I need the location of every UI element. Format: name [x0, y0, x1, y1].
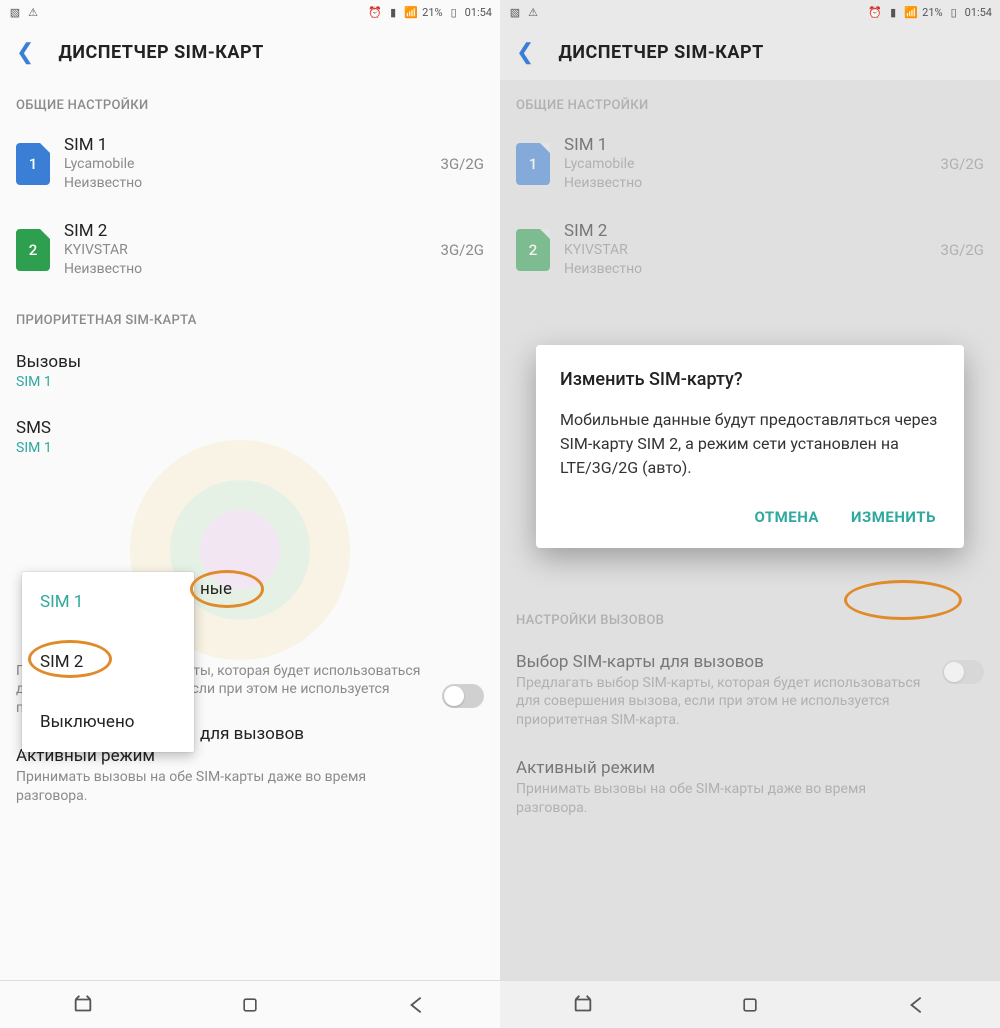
sim2-network: 3G/2G [441, 241, 484, 259]
back-arrow-icon[interactable]: ❮ [16, 40, 34, 65]
active-mode-row[interactable]: Активный режим Принимать вызовы на обе S… [500, 744, 1000, 832]
screen-right: ▧ ⚠ ⏰ ▮ 📶 21% ▯ 01:54 ❮ ДИСПЕТЧЕР SIM-КА… [500, 0, 1000, 1028]
sim2-icon: 2 [516, 229, 550, 271]
warning-icon: ⚠ [526, 5, 540, 19]
confirm-dialog: Изменить SIM-карту? Мобильные данные буд… [536, 345, 964, 548]
image-icon: ▧ [8, 5, 22, 19]
sim1-icon: 1 [516, 143, 550, 185]
sim-select-title: Выбор SIM-карты для вызовов [516, 652, 984, 672]
sim1-status: Неизвестно [564, 174, 927, 193]
sim2-row[interactable]: 2 SIM 2 KYIVSTAR Неизвестно 3G/2G [0, 209, 500, 295]
dialog-cancel-button[interactable]: ОТМЕНА [750, 500, 823, 534]
sim2-icon: 2 [16, 229, 50, 271]
nav-back-button[interactable] [833, 981, 1000, 1028]
sim1-icon: 1 [16, 143, 50, 185]
sim2-carrier: KYIVSTAR [64, 241, 427, 260]
sim2-carrier: KYIVSTAR [564, 241, 927, 260]
nav-bar [500, 980, 1000, 1028]
warning-icon: ⚠ [26, 5, 40, 19]
sim2-status: Неизвестно [64, 260, 427, 279]
battery-icon: ▯ [947, 5, 961, 19]
active-mode-sub: Принимать вызовы на обе SIM-карты даже в… [16, 768, 484, 806]
fragment-calls: для вызовов [200, 724, 304, 744]
active-mode-sub: Принимать вызовы на обе SIM-карты даже в… [516, 780, 984, 818]
section-general: ОБЩИЕ НАСТРОЙКИ [0, 80, 500, 123]
sim2-network: 3G/2G [941, 241, 984, 259]
status-bar: ▧ ⚠ ⏰ ▮ 📶 21% ▯ 01:54 [500, 0, 1000, 24]
sim1-carrier: Lycamobile [564, 155, 927, 174]
sim-select-toggle[interactable] [942, 660, 984, 684]
sim-select-popup: SIM 1 SIM 2 Выключено [22, 572, 194, 752]
alarm-icon: ⏰ [368, 5, 382, 19]
back-arrow-icon[interactable]: ❮ [516, 40, 534, 65]
pref-calls-value: SIM 1 [16, 374, 484, 390]
nav-bar [0, 980, 500, 1028]
section-calls: НАСТРОЙКИ ВЫЗОВОВ [500, 595, 1000, 638]
status-time: 01:54 [965, 6, 992, 19]
signal-icon: 📶 [404, 5, 418, 19]
sim-indicator-icon: ▮ [386, 5, 400, 19]
sim1-row[interactable]: 1 SIM 1 Lycamobile Неизвестно 3G/2G [0, 123, 500, 209]
active-mode-title: Активный режим [516, 758, 984, 778]
nav-recent-button[interactable] [0, 981, 167, 1028]
sim2-title: SIM 2 [64, 221, 427, 241]
pref-calls-row[interactable]: Вызовы SIM 1 [0, 338, 500, 404]
dialog-confirm-button[interactable]: ИЗМЕНИТЬ [847, 500, 940, 534]
pref-sms-label: SMS [16, 418, 484, 438]
battery-percent: 21% [922, 6, 942, 19]
fragment-nye: ные [200, 579, 232, 599]
sim-indicator-icon: ▮ [886, 5, 900, 19]
status-bar: ▧ ⚠ ⏰ ▮ 📶 21% ▯ 01:54 [0, 0, 500, 24]
sim2-title: SIM 2 [564, 221, 927, 241]
app-header: ❮ ДИСПЕТЧЕР SIM-КАРТ [500, 24, 1000, 80]
pref-calls-label: Вызовы [16, 352, 484, 372]
sim1-row[interactable]: 1 SIM 1 Lycamobile Неизвестно 3G/2G [500, 123, 1000, 209]
sim1-network: 3G/2G [441, 155, 484, 173]
popup-option-sim2[interactable]: SIM 2 [22, 632, 194, 692]
popup-option-sim1[interactable]: SIM 1 [22, 572, 194, 632]
dialog-body: Мобильные данные будут предоставляться ч… [560, 408, 940, 480]
app-header: ❮ ДИСПЕТЧЕР SIM-КАРТ [0, 24, 500, 80]
section-priority: ПРИОРИТЕТНАЯ SIM-КАРТА [0, 295, 500, 338]
nav-home-button[interactable] [167, 981, 334, 1028]
popup-option-off[interactable]: Выключено [22, 692, 194, 752]
battery-icon: ▯ [447, 5, 461, 19]
nav-back-button[interactable] [333, 981, 500, 1028]
dialog-title: Изменить SIM-карту? [560, 369, 940, 390]
section-general: ОБЩИЕ НАСТРОЙКИ [500, 80, 1000, 123]
sim2-row[interactable]: 2 SIM 2 KYIVSTAR Неизвестно 3G/2G [500, 209, 1000, 295]
sim1-network: 3G/2G [941, 155, 984, 173]
nav-home-button[interactable] [667, 981, 834, 1028]
sim1-title: SIM 1 [564, 135, 927, 155]
pref-sms-value: SIM 1 [16, 440, 484, 456]
image-icon: ▧ [508, 5, 522, 19]
page-title: ДИСПЕТЧЕР SIM-КАРТ [58, 42, 263, 63]
status-time: 01:54 [465, 6, 492, 19]
sim1-status: Неизвестно [64, 174, 427, 193]
nav-recent-button[interactable] [500, 981, 667, 1028]
sim2-status: Неизвестно [564, 260, 927, 279]
screen-left: ▧ ⚠ ⏰ ▮ 📶 21% ▯ 01:54 ❮ ДИСПЕТЧЕР SIM-КА… [0, 0, 500, 1028]
battery-percent: 21% [422, 6, 442, 19]
signal-icon: 📶 [904, 5, 918, 19]
sim1-carrier: Lycamobile [64, 155, 427, 174]
page-title: ДИСПЕТЧЕР SIM-КАРТ [558, 42, 763, 63]
sim-select-sub: Предлагать выбор SIM-карты, которая буде… [516, 674, 984, 731]
pref-sms-row[interactable]: SMS SIM 1 [0, 404, 500, 470]
sim1-title: SIM 1 [64, 135, 427, 155]
alarm-icon: ⏰ [868, 5, 882, 19]
highlight-oval [844, 580, 962, 620]
sim-select-toggle[interactable] [442, 684, 484, 708]
sim-select-row[interactable]: Выбор SIM-карты для вызовов Предлагать в… [500, 638, 1000, 745]
